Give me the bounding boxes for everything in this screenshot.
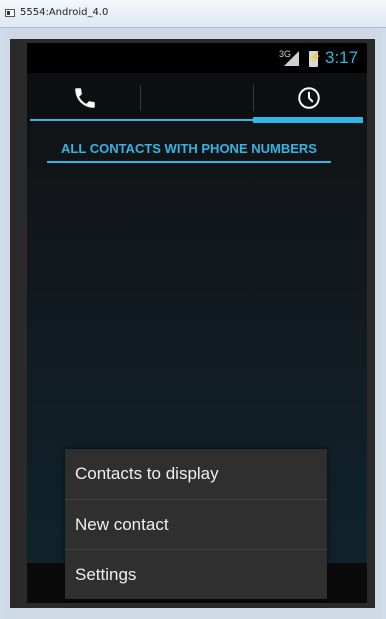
tab-underline [30, 119, 253, 121]
tab-favorites[interactable] [253, 73, 366, 123]
menu-item-new-contact[interactable]: New contact [65, 500, 327, 549]
battery-charging-icon [309, 51, 321, 67]
signal-strength-icon [284, 51, 299, 66]
window-app-icon [5, 9, 15, 17]
selected-tab-indicator [253, 117, 363, 123]
menu-item-contacts-to-display[interactable]: Contacts to display [65, 449, 327, 498]
window-titlebar: 5554:Android_4.0 [0, 0, 386, 28]
phone-icon [72, 85, 98, 116]
status-bar: 3G 3:17 [27, 43, 367, 73]
window-title: 5554:Android_4.0 [20, 7, 109, 18]
status-time: 3:17 [325, 48, 359, 67]
tab-recent[interactable] [140, 73, 320, 123]
options-menu: Contacts to display New contact Settings [65, 449, 327, 599]
contacts-filter-header[interactable]: ALL CONTACTS WITH PHONE NUMBERS [47, 138, 331, 163]
menu-item-settings[interactable]: Settings [65, 550, 327, 599]
contacts-tabs [27, 73, 367, 123]
tab-phone[interactable] [27, 73, 140, 123]
